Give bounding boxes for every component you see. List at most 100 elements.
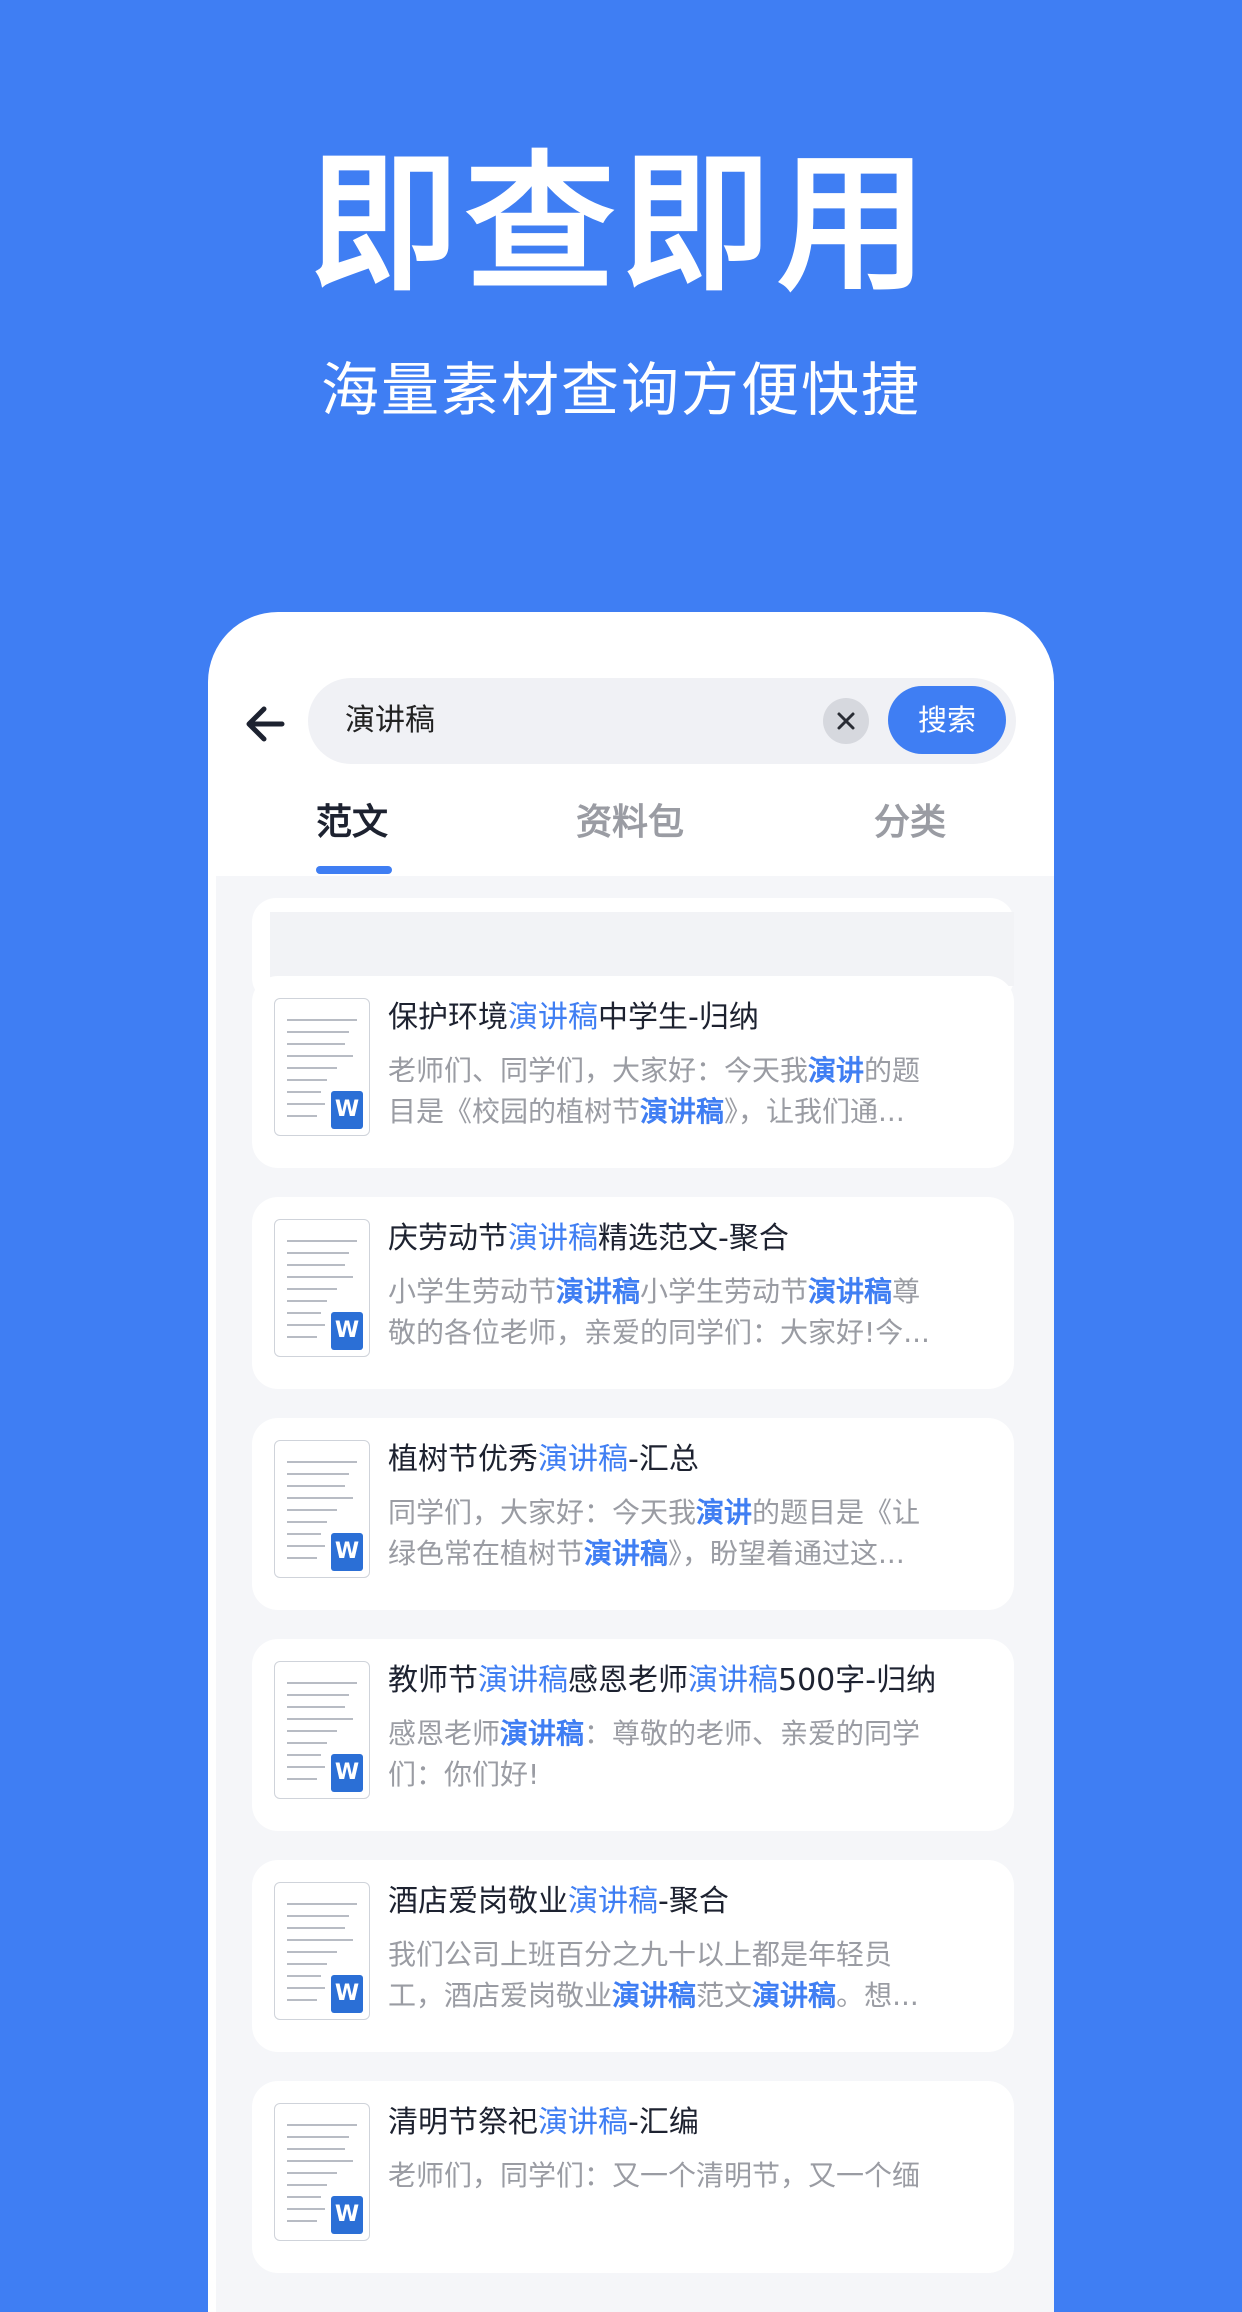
back-button[interactable]: [238, 696, 294, 752]
text-run: 的题目是《让: [752, 1496, 921, 1529]
text-run: 感恩老师: [568, 1663, 688, 1698]
tab-indicator: [316, 866, 392, 874]
highlight-keyword: 演讲稿: [584, 1537, 669, 1570]
result-snippet: 老师们、同学们，大家好：今天我演讲的题 目是《校园的植树节演讲稿》，让我们通...: [388, 1050, 988, 1132]
highlight-keyword: 演讲稿: [538, 1442, 628, 1477]
result-card[interactable]: W 保护环境演讲稿中学生-归纳 老师们、同学们，大家好：今天我演讲的题 目是《校园的植…: [252, 976, 1014, 1168]
highlight-keyword: 演讲稿: [752, 1979, 837, 2012]
word-badge-icon: W: [331, 1533, 363, 1571]
search-input[interactable]: 演讲稿 搜索: [308, 678, 1016, 764]
search-query: 演讲稿: [345, 703, 435, 738]
highlight-keyword: 演讲稿: [568, 1884, 658, 1919]
text-run: 清明节祭祀: [388, 2105, 538, 2140]
hero-title: 即查即用: [308, 138, 933, 312]
text-run: 植树节优秀: [388, 1442, 538, 1477]
result-title: 保护环境演讲稿中学生-归纳: [388, 996, 998, 1040]
result-snippet: 老师们，同学们：又一个清明节，又一个缅: [388, 2155, 988, 2196]
highlight-keyword: 演讲稿: [538, 2105, 628, 2140]
tab-fenlei[interactable]: 分类: [874, 788, 946, 858]
snippet-line: 敬的各位老师，亲爱的同学们：大家好!今...: [388, 1312, 988, 1353]
search-button[interactable]: 搜索: [888, 686, 1006, 754]
word-badge-icon: W: [331, 2196, 363, 2234]
snippet-line: 小学生劳动节演讲稿小学生劳动节演讲稿尊: [388, 1271, 988, 1312]
tab-ziliaobao[interactable]: 资料包: [576, 788, 684, 858]
snippet-line: 我们公司上班百分之九十以上都是年轻员: [388, 1934, 988, 1975]
text-run: 中学生-归纳: [598, 1000, 759, 1035]
text-run: 精选范文-聚合: [598, 1221, 789, 1256]
result-snippet: 感恩老师演讲稿：尊敬的老师、亲爱的同学们：你们好!: [388, 1713, 988, 1795]
text-run: 工，酒店爱岗敬业: [388, 1979, 613, 2012]
text-run: ：尊敬的老师、亲爱的同学: [584, 1717, 921, 1750]
result-title: 教师节演讲稿感恩老师演讲稿500字-归纳: [388, 1659, 998, 1703]
snippet-line: 同学们，大家好：今天我演讲的题目是《让: [388, 1492, 988, 1533]
result-card[interactable]: W 教师节演讲稿感恩老师演讲稿500字-归纳 感恩老师演讲稿：尊敬的老师、亲爱的同学…: [252, 1639, 1014, 1831]
text-run: -聚合: [658, 1884, 729, 1919]
text-run: 庆劳动节: [388, 1221, 508, 1256]
tab-bar: 范文 资料包 分类: [208, 788, 1054, 868]
text-run: 目是《校园的植树节: [388, 1095, 641, 1128]
text-run: 教师节: [388, 1663, 478, 1698]
text-run: 绿色常在植树节: [388, 1537, 585, 1570]
snippet-line: 老师们、同学们，大家好：今天我演讲的题: [388, 1050, 988, 1091]
word-document-icon: W: [274, 1440, 370, 1578]
result-title: 酒店爱岗敬业演讲稿-聚合: [388, 1880, 998, 1924]
word-badge-icon: W: [331, 1754, 363, 1792]
highlight-keyword: 演讲稿: [500, 1717, 585, 1750]
clear-button[interactable]: [823, 698, 869, 744]
snippet-line: 绿色常在植树节演讲稿》，盼望着通过这...: [388, 1533, 988, 1574]
highlight-keyword: 演讲稿: [478, 1663, 568, 1698]
highlight-keyword: 演讲稿: [508, 1000, 598, 1035]
result-card[interactable]: W 酒店爱岗敬业演讲稿-聚合 我们公司上班百分之九十以上都是年轻员 工，酒店爱岗敬业演…: [252, 1860, 1014, 2052]
word-badge-icon: W: [331, 1091, 363, 1129]
highlight-keyword: 演讲稿: [556, 1275, 641, 1308]
result-card[interactable]: W 清明节祭祀演讲稿-汇编 老师们，同学们：又一个清明节，又一个缅: [252, 2081, 1014, 2273]
phone-screen: 演讲稿 搜索 范文 资料包 分类 W 保护环境演讲稿中学生-归纳 老师们、同学们，大…: [208, 612, 1054, 2312]
text-run: 保护环境: [388, 1000, 508, 1035]
arrow-left-icon: [246, 706, 285, 742]
text-run: 敬的各位老师，亲爱的同学们：大家好!今...: [388, 1316, 930, 1349]
result-title: 庆劳动节演讲稿精选范文-聚合: [388, 1217, 998, 1261]
snippet-line: 工，酒店爱岗敬业演讲稿范文演讲稿。想...: [388, 1975, 988, 2016]
result-list: W 保护环境演讲稿中学生-归纳 老师们、同学们，大家好：今天我演讲的题 目是《校园的植…: [208, 876, 1054, 2312]
hero-subtitle: 海量素材查询方便快捷: [320, 356, 921, 424]
result-title: 植树节优秀演讲稿-汇总: [388, 1438, 998, 1482]
result-title: 清明节祭祀演讲稿-汇编: [388, 2101, 998, 2145]
result-snippet: 小学生劳动节演讲稿小学生劳动节演讲稿尊敬的各位老师，亲爱的同学们：大家好!今..…: [388, 1271, 988, 1353]
word-document-icon: W: [274, 998, 370, 1136]
text-run: -汇总: [628, 1442, 699, 1477]
text-run: 老师们、同学们，大家好：今天我: [388, 1054, 809, 1087]
highlight-keyword: 演讲稿: [612, 1979, 697, 2012]
highlight-keyword: 演讲稿: [688, 1663, 778, 1698]
highlight-keyword: 演讲: [808, 1054, 865, 1087]
text-run: 的题: [864, 1054, 921, 1087]
word-badge-icon: W: [331, 1312, 363, 1350]
result-card[interactable]: W 庆劳动节演讲稿精选范文-聚合 小学生劳动节演讲稿小学生劳动节演讲稿尊 敬的各位老师…: [252, 1197, 1014, 1389]
highlight-keyword: 演讲稿: [808, 1275, 893, 1308]
text-run: 。想...: [836, 1979, 919, 2012]
text-run: 酒店爱岗敬业: [388, 1884, 568, 1919]
highlight-keyword: 演讲稿: [640, 1095, 725, 1128]
text-run: 尊: [892, 1275, 921, 1308]
search-bar-row: 演讲稿 搜索: [208, 678, 1054, 766]
text-run: 我们公司上班百分之九十以上都是年轻员: [388, 1938, 893, 1971]
result-snippet: 同学们，大家好：今天我演讲的题目是《让 绿色常在植树节演讲稿》，盼望着通过这...: [388, 1492, 988, 1574]
text-run: 》，盼望着通过这...: [668, 1537, 905, 1570]
text-run: 500字-归纳: [778, 1663, 937, 1698]
text-run: -汇编: [628, 2105, 699, 2140]
close-icon: [837, 712, 855, 730]
word-document-icon: W: [274, 1219, 370, 1357]
word-document-icon: W: [274, 1882, 370, 2020]
text-run: 》，让我们通...: [724, 1095, 905, 1128]
word-document-icon: W: [274, 2103, 370, 2241]
result-card[interactable]: W 植树节优秀演讲稿-汇总 同学们，大家好：今天我演讲的题目是《让 绿色常在植树节演讲…: [252, 1418, 1014, 1610]
text-run: 范文: [696, 1979, 753, 2012]
highlight-keyword: 演讲稿: [508, 1221, 598, 1256]
text-run: 同学们，大家好：今天我: [388, 1496, 697, 1529]
text-run: 小学生劳动节: [640, 1275, 809, 1308]
text-run: 们：你们好!: [388, 1758, 540, 1791]
word-document-icon: W: [274, 1661, 370, 1799]
snippet-line: 目是《校园的植树节演讲稿》，让我们通...: [388, 1091, 988, 1132]
tab-fanwen[interactable]: 范文: [316, 788, 388, 858]
snippet-line: 感恩老师演讲稿：尊敬的老师、亲爱的同学: [388, 1713, 988, 1754]
highlight-keyword: 演讲: [696, 1496, 753, 1529]
